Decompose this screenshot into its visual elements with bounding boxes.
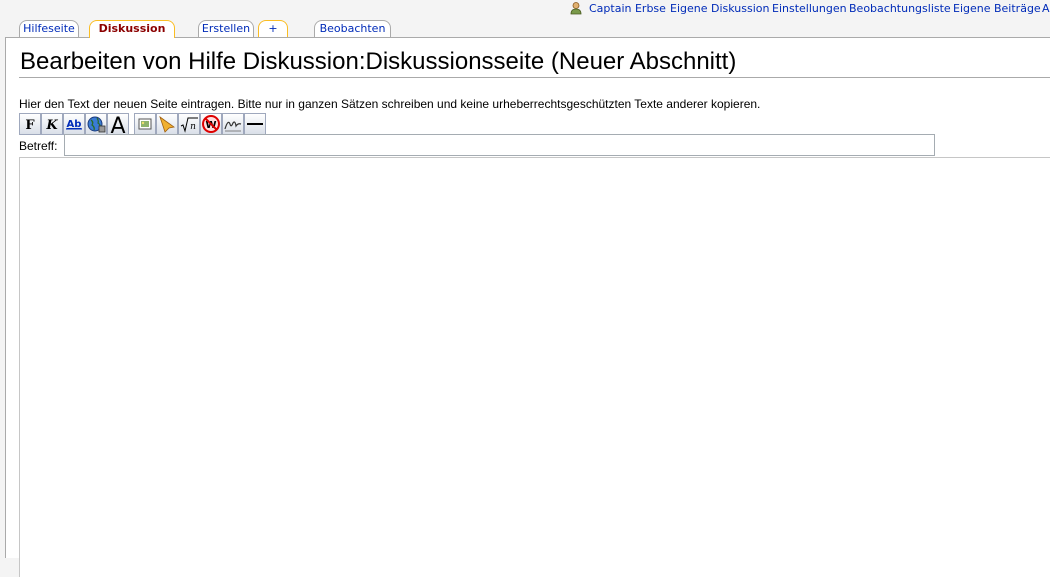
nowiki-icon: W bbox=[202, 115, 220, 133]
content-area: Bearbeiten von Hilfe Diskussion:Diskussi… bbox=[5, 37, 1050, 577]
svg-text:W: W bbox=[205, 120, 216, 131]
user-icon bbox=[570, 2, 582, 15]
svg-text:A: A bbox=[110, 114, 125, 134]
edit-intro-text: Hier den Text der neuen Seite eintragen.… bbox=[19, 97, 761, 111]
personal-tools: Captain Erbse Eigene Diskussion Einstell… bbox=[560, 0, 1050, 16]
horizontal-line-icon bbox=[247, 123, 263, 125]
math-button[interactable]: n bbox=[178, 113, 200, 135]
internal-link-button[interactable]: Ab bbox=[63, 113, 85, 135]
tab-create[interactable]: Erstellen bbox=[198, 20, 254, 37]
bold-icon: F bbox=[25, 118, 35, 133]
bold-button[interactable]: F bbox=[19, 113, 41, 135]
external-link-button[interactable] bbox=[85, 113, 107, 135]
watchlist-link[interactable]: Beobachtungsliste bbox=[849, 1, 951, 16]
tab-discussion[interactable]: Diskussion bbox=[89, 20, 175, 38]
italic-icon: K bbox=[45, 118, 58, 133]
math-icon: n bbox=[180, 117, 198, 133]
internal-link-icon: Ab bbox=[66, 119, 82, 130]
contributions-link[interactable]: Eigene Beiträge bbox=[953, 1, 1041, 16]
user-page-link[interactable]: Captain Erbse bbox=[589, 1, 666, 16]
italic-button[interactable]: K bbox=[41, 113, 63, 135]
headline-button[interactable]: A bbox=[107, 113, 129, 135]
tab-help-page[interactable]: Hilfeseite bbox=[19, 20, 79, 37]
svg-text:F: F bbox=[25, 118, 35, 133]
tab-watch[interactable]: Beobachten bbox=[314, 20, 391, 37]
horizontal-line-button[interactable] bbox=[244, 113, 266, 135]
image-button[interactable] bbox=[134, 113, 156, 135]
media-icon bbox=[159, 115, 175, 133]
tab-new-section[interactable]: + bbox=[258, 20, 288, 37]
signature-button[interactable] bbox=[222, 113, 244, 135]
svg-text:Ab: Ab bbox=[67, 119, 82, 130]
summary-label: Betreff: bbox=[19, 139, 58, 153]
svg-text:n: n bbox=[190, 122, 196, 132]
media-button[interactable] bbox=[156, 113, 178, 135]
preferences-link[interactable]: Einstellungen bbox=[772, 1, 847, 16]
logout-link[interactable]: A bbox=[1042, 1, 1050, 16]
edit-textarea[interactable] bbox=[19, 157, 1050, 577]
nowiki-button[interactable]: W bbox=[200, 113, 222, 135]
headline-icon: A bbox=[110, 114, 125, 134]
page-title: Bearbeiten von Hilfe Diskussion:Diskussi… bbox=[20, 48, 737, 75]
svg-text:K: K bbox=[45, 118, 58, 133]
my-talk-link[interactable]: Eigene Diskussion bbox=[670, 1, 769, 16]
summary-input[interactable] bbox=[64, 134, 935, 156]
signature-icon bbox=[224, 121, 242, 132]
external-link-icon bbox=[87, 116, 106, 133]
image-icon bbox=[138, 118, 152, 130]
heading-divider bbox=[19, 77, 1050, 78]
